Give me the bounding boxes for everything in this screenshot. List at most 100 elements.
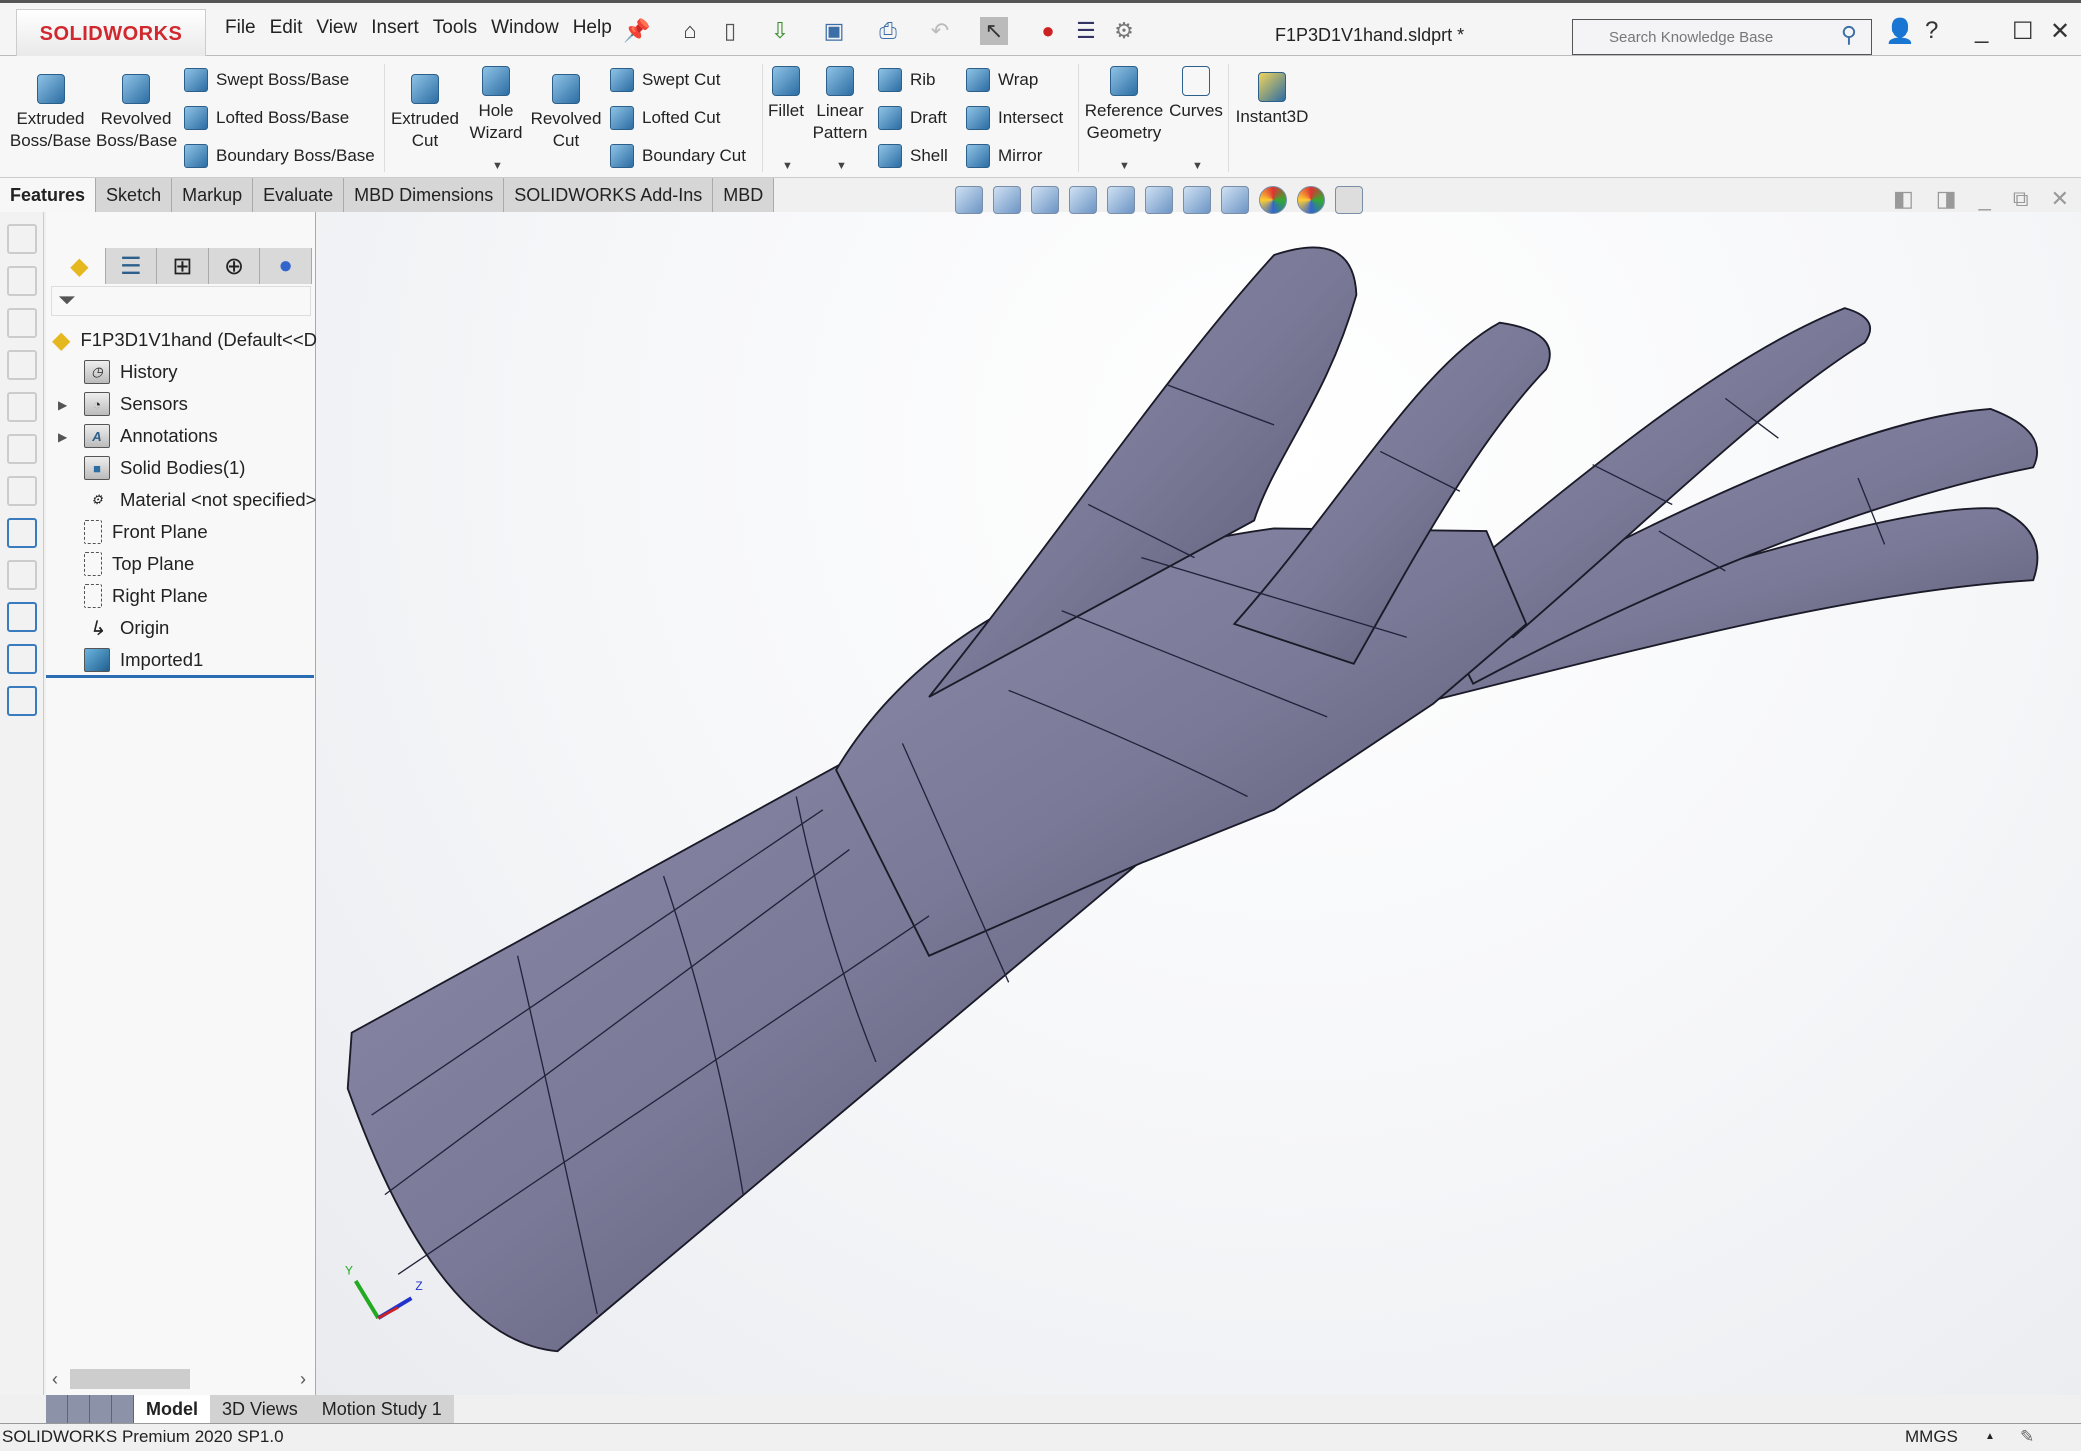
revolved-cut-button[interactable]: Revolved Cut: [530, 74, 602, 152]
view-settings-icon[interactable]: [1335, 186, 1363, 214]
lofted-boss-button[interactable]: Lofted Boss/Base: [184, 106, 349, 130]
pin-icon[interactable]: 📌: [623, 17, 651, 45]
expand-annotations-icon[interactable]: ▶: [58, 398, 67, 412]
view-cube-icon[interactable]: [7, 350, 37, 380]
menu-tools[interactable]: Tools: [433, 17, 477, 39]
select-icon[interactable]: ↖: [980, 17, 1008, 45]
collapse-left-icon[interactable]: ◧: [1893, 186, 1914, 212]
view-cube-icon[interactable]: [7, 224, 37, 254]
scroll-left-icon[interactable]: ‹: [52, 1369, 58, 1390]
last-tab-icon[interactable]: [112, 1395, 134, 1423]
dynamic-annotation-icon[interactable]: [1107, 186, 1135, 214]
rebuild-icon[interactable]: ●: [1034, 17, 1062, 45]
tree-item-annotations[interactable]: A Annotations: [84, 421, 218, 451]
menu-file[interactable]: File: [225, 17, 256, 39]
wrap-button[interactable]: Wrap: [966, 68, 1038, 92]
display-manager-tab-icon[interactable]: ●: [260, 248, 312, 284]
graphics-area[interactable]: [316, 212, 2081, 1395]
swept-cut-button[interactable]: Swept Cut: [610, 68, 720, 92]
tree-item-imported1[interactable]: Imported1: [84, 645, 203, 675]
file-properties-icon[interactable]: ☰: [1072, 17, 1100, 45]
edit-appearance-icon[interactable]: [1259, 186, 1287, 214]
tab-3d-views[interactable]: 3D Views: [210, 1395, 310, 1423]
curves-dropdown-icon[interactable]: ▼: [1192, 160, 1203, 172]
tab-sketch[interactable]: Sketch: [96, 178, 173, 212]
tab-solidworks-add-ins[interactable]: SOLIDWORKS Add-Ins: [504, 178, 714, 212]
minimize-button[interactable]: _: [1975, 17, 1988, 45]
display-style-icon[interactable]: [1183, 186, 1211, 214]
collapse-right-icon[interactable]: ◨: [1936, 186, 1957, 212]
doc-restore-button[interactable]: ⧉: [2013, 186, 2029, 212]
hole-wizard-button[interactable]: Hole Wizard: [466, 66, 526, 144]
open-icon[interactable]: ⇩: [766, 17, 794, 45]
tab-features[interactable]: Features: [0, 178, 97, 212]
units-dropdown-icon[interactable]: ▲: [1985, 1424, 1995, 1450]
units-selector[interactable]: MMGS: [1905, 1424, 1958, 1450]
tab-mbd[interactable]: MBD: [713, 178, 775, 212]
tab-motion-study-1[interactable]: Motion Study 1: [309, 1395, 454, 1423]
hide-show-items-icon[interactable]: [1221, 186, 1249, 214]
draft-button[interactable]: Draft: [878, 106, 947, 130]
undo-icon[interactable]: ↶: [926, 17, 954, 45]
tree-item-history[interactable]: ◷ History: [84, 357, 178, 387]
tree-horizontal-scrollbar[interactable]: ‹ ›: [46, 1367, 314, 1391]
view-cube-icon[interactable]: [7, 266, 37, 296]
tree-item-top-plane[interactable]: Top Plane: [84, 549, 194, 579]
reference-geometry-dropdown-icon[interactable]: ▼: [1119, 160, 1130, 172]
tree-item-front-plane[interactable]: Front Plane: [84, 517, 208, 547]
view-cube-icon[interactable]: [7, 392, 37, 422]
tree-item-right-plane[interactable]: Right Plane: [84, 581, 208, 611]
save-icon[interactable]: ▣: [820, 17, 848, 45]
menu-help[interactable]: Help: [573, 17, 612, 39]
tree-item-material[interactable]: ⚙ Material <not specified>: [84, 485, 316, 515]
curves-button[interactable]: Curves: [1168, 66, 1224, 122]
apply-scene-icon[interactable]: [1297, 186, 1325, 214]
extruded-cut-button[interactable]: Extruded Cut: [390, 74, 460, 152]
search-icon[interactable]: ⚲: [1841, 22, 1857, 48]
tree-root-part[interactable]: ◆ F1P3D1V1hand (Default<<D: [52, 325, 317, 355]
mirror-button[interactable]: Mirror: [966, 144, 1042, 168]
customize-status-icon[interactable]: ✎: [2020, 1424, 2034, 1450]
feature-manager-tab-icon[interactable]: ◆: [54, 248, 106, 284]
shell-button[interactable]: Shell: [878, 144, 948, 168]
next-tab-icon[interactable]: [90, 1395, 112, 1423]
repair-icon[interactable]: [7, 560, 37, 590]
offset-icon[interactable]: [7, 686, 37, 716]
fillet-button[interactable]: Fillet: [766, 66, 806, 122]
options-gear-icon[interactable]: ⚙: [1110, 17, 1138, 45]
select-sketch-icon[interactable]: [7, 518, 37, 548]
tab-mbd-dimensions[interactable]: MBD Dimensions: [344, 178, 505, 212]
boundary-boss-button[interactable]: Boundary Boss/Base: [184, 144, 375, 168]
close-button[interactable]: ✕: [2050, 17, 2070, 46]
filter-field[interactable]: ⏷: [51, 286, 311, 316]
section-view-icon[interactable]: [1069, 186, 1097, 214]
tab-model[interactable]: Model: [134, 1395, 210, 1423]
fillet-dropdown-icon[interactable]: ▼: [782, 160, 793, 172]
linear-pattern-dropdown-icon[interactable]: ▼: [836, 160, 847, 172]
menu-window[interactable]: Window: [491, 17, 559, 39]
menu-insert[interactable]: Insert: [371, 17, 419, 39]
rib-button[interactable]: Rib: [878, 68, 936, 92]
tree-item-sensors[interactable]: ◔ Sensors: [84, 389, 188, 419]
scroll-thumb[interactable]: [70, 1369, 190, 1389]
new-document-icon[interactable]: ▯: [716, 17, 744, 45]
scroll-right-icon[interactable]: ›: [300, 1369, 306, 1390]
intersect-button[interactable]: Intersect: [966, 106, 1063, 130]
tab-markup[interactable]: Markup: [172, 178, 254, 212]
hole-wizard-dropdown-icon[interactable]: ▼: [492, 160, 503, 172]
first-tab-icon[interactable]: [46, 1395, 68, 1423]
view-cube-icon[interactable]: [7, 308, 37, 338]
rollback-bar[interactable]: [46, 675, 314, 678]
tab-evaluate[interactable]: Evaluate: [253, 178, 345, 212]
swept-boss-button[interactable]: Swept Boss/Base: [184, 68, 349, 92]
doc-minimize-button[interactable]: _: [1979, 186, 1991, 212]
help-icon[interactable]: ?: [1925, 17, 1938, 45]
search-knowledge-base-input[interactable]: Search Knowledge Base ⚲: [1572, 19, 1872, 55]
zoom-to-area-icon[interactable]: [993, 186, 1021, 214]
print-icon[interactable]: ⎙: [874, 17, 902, 45]
home-icon[interactable]: ⌂: [676, 17, 704, 45]
configuration-manager-tab-icon[interactable]: ⊞: [157, 248, 209, 284]
prev-tab-icon[interactable]: [68, 1395, 90, 1423]
doc-close-button[interactable]: ✕: [2051, 186, 2069, 212]
solidworks-logo[interactable]: SOLIDWORKS: [16, 9, 206, 59]
